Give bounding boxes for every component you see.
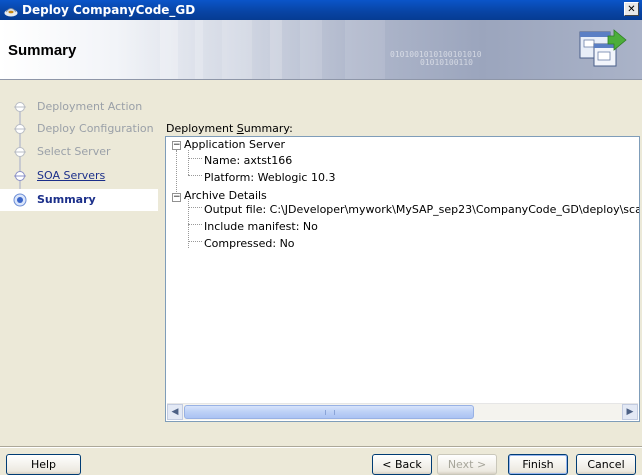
cancel-button[interactable]: Cancel bbox=[576, 454, 636, 475]
jdeveloper-app-icon bbox=[3, 2, 19, 18]
tree-node-server-name[interactable]: Name: axtst166 bbox=[204, 154, 292, 167]
step-label: Summary bbox=[37, 193, 96, 206]
thumb-grip bbox=[325, 410, 335, 415]
scroll-right-arrow-icon[interactable]: ▶ bbox=[622, 404, 638, 420]
step-deployment-action[interactable]: Deployment Action bbox=[0, 96, 158, 118]
step-label: SOA Servers bbox=[37, 169, 106, 182]
step-select-server[interactable]: Select Server bbox=[0, 141, 158, 163]
tree-guide bbox=[188, 175, 202, 176]
header-decoration bbox=[160, 20, 385, 79]
wizard-steps-panel: Deployment Action Deploy Configuration S… bbox=[0, 81, 158, 423]
deployment-summary-label: Deployment Summary: bbox=[166, 122, 293, 135]
tree-node-archive-details[interactable]: Archive Details bbox=[184, 189, 267, 202]
tree-node-platform[interactable]: Platform: Weblogic 10.3 bbox=[204, 171, 335, 184]
step-soa-servers[interactable]: SOA Servers bbox=[0, 165, 158, 187]
step-label: Select Server bbox=[37, 145, 111, 158]
tree-guide bbox=[188, 224, 202, 225]
completed-step-icon bbox=[14, 124, 26, 134]
label-mnemonic: S bbox=[236, 122, 244, 135]
deploy-windows-icon bbox=[579, 29, 627, 67]
summary-tree[interactable]: − Application Server Name: axtst166 Plat… bbox=[165, 136, 640, 422]
tree-node-output-file[interactable]: Output file: C:\JDeveloper\mywork\MySAP_… bbox=[204, 203, 639, 216]
tree-node-include-manifest[interactable]: Include manifest: No bbox=[204, 220, 318, 233]
back-button[interactable]: < Back bbox=[372, 454, 432, 475]
step-label: Deploy Configuration bbox=[37, 122, 154, 135]
horizontal-scrollbar[interactable]: ◀ ▶ bbox=[167, 403, 638, 420]
binary-decoration-2: 01010100110 bbox=[420, 58, 473, 67]
button-bar-separator bbox=[0, 446, 642, 448]
current-step-icon bbox=[13, 193, 27, 207]
help-button[interactable]: Help bbox=[6, 454, 81, 475]
tree-guide bbox=[188, 241, 202, 242]
close-button[interactable]: ✕ bbox=[624, 2, 639, 16]
scrollbar-thumb[interactable] bbox=[184, 405, 474, 419]
tree-guide bbox=[188, 207, 202, 208]
collapse-toggle-application-server[interactable]: − bbox=[172, 141, 181, 150]
scroll-left-arrow-icon[interactable]: ◀ bbox=[167, 404, 183, 420]
title-bar[interactable]: Deploy CompanyCode_GD ✕ bbox=[0, 0, 642, 20]
step-summary[interactable]: Summary bbox=[0, 189, 158, 211]
completed-step-icon bbox=[14, 102, 26, 112]
label-prefix: Deployment bbox=[166, 122, 237, 135]
tree-guide bbox=[188, 150, 189, 175]
visited-step-icon bbox=[14, 171, 26, 181]
wizard-header: Summary 0101001010100101010 01010100110 bbox=[0, 20, 642, 80]
next-button[interactable]: Next > bbox=[437, 454, 497, 475]
tree-node-compressed[interactable]: Compressed: No bbox=[204, 237, 295, 250]
tree-node-application-server[interactable]: Application Server bbox=[184, 138, 285, 151]
page-title: Summary bbox=[8, 42, 77, 59]
tree-guide bbox=[176, 150, 177, 198]
step-label: Deployment Action bbox=[37, 100, 143, 113]
completed-step-icon bbox=[14, 147, 26, 157]
step-deploy-configuration[interactable]: Deploy Configuration bbox=[0, 118, 158, 140]
window-title: Deploy CompanyCode_GD bbox=[22, 3, 196, 17]
collapse-toggle-archive-details[interactable]: − bbox=[172, 193, 181, 202]
tree-guide bbox=[188, 158, 202, 159]
finish-button[interactable]: Finish bbox=[508, 454, 568, 475]
label-rest: ummary: bbox=[243, 122, 293, 135]
